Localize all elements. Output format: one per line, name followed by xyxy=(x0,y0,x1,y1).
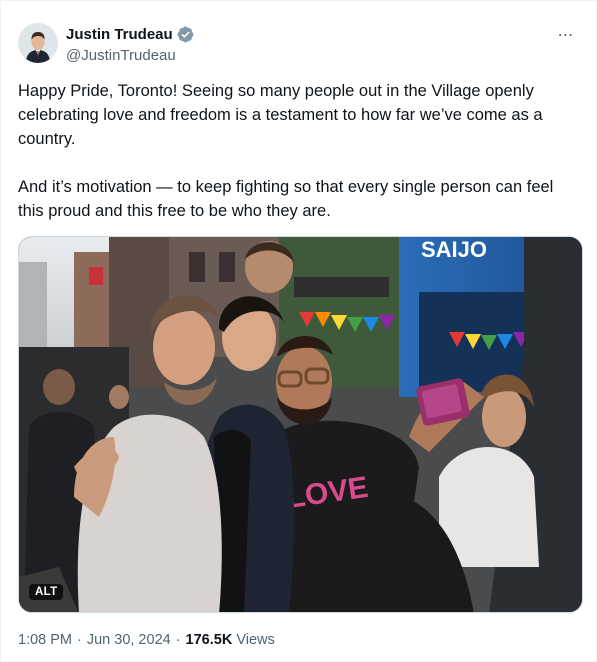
author-name[interactable]: Justin Trudeau xyxy=(66,26,173,43)
tweet-header: Justin Trudeau @JustinTrudeau ⋯ xyxy=(18,23,579,67)
tweet-date[interactable]: Jun 30, 2024 xyxy=(87,632,171,648)
photo-image: SAIJO LOVE xyxy=(19,237,582,612)
tweet-text: Happy Pride, Toronto! Seeing so many peo… xyxy=(18,79,583,223)
author-name-row: Justin Trudeau xyxy=(66,26,194,43)
views-label: Views xyxy=(236,632,275,648)
avatar[interactable] xyxy=(18,23,58,63)
more-options-icon[interactable]: ⋯ xyxy=(553,25,579,45)
storefront-sign: SAIJO xyxy=(421,237,487,262)
alt-text-badge[interactable]: ALT xyxy=(29,584,64,600)
views-count[interactable]: 176.5K xyxy=(186,632,233,648)
avatar-image xyxy=(18,23,58,63)
tweet-photo[interactable]: SAIJO LOVE ALT xyxy=(18,236,583,613)
author-handle[interactable]: @JustinTrudeau xyxy=(66,47,176,64)
tweet-paragraph-2: And it’s motivation — to keep fighting s… xyxy=(18,178,558,220)
verified-badge-icon xyxy=(177,26,194,43)
tweet-paragraph-1: Happy Pride, Toronto! Seeing so many peo… xyxy=(18,82,548,148)
meta-separator: · xyxy=(77,632,82,648)
tweet-metadata: 1:08 PM · Jun 30, 2024 · 176.5K Views xyxy=(18,632,275,648)
meta-separator: · xyxy=(175,632,181,648)
tweet-time[interactable]: 1:08 PM xyxy=(18,632,72,648)
tweet-card: Justin Trudeau @JustinTrudeau ⋯ Happy Pr… xyxy=(0,0,597,662)
